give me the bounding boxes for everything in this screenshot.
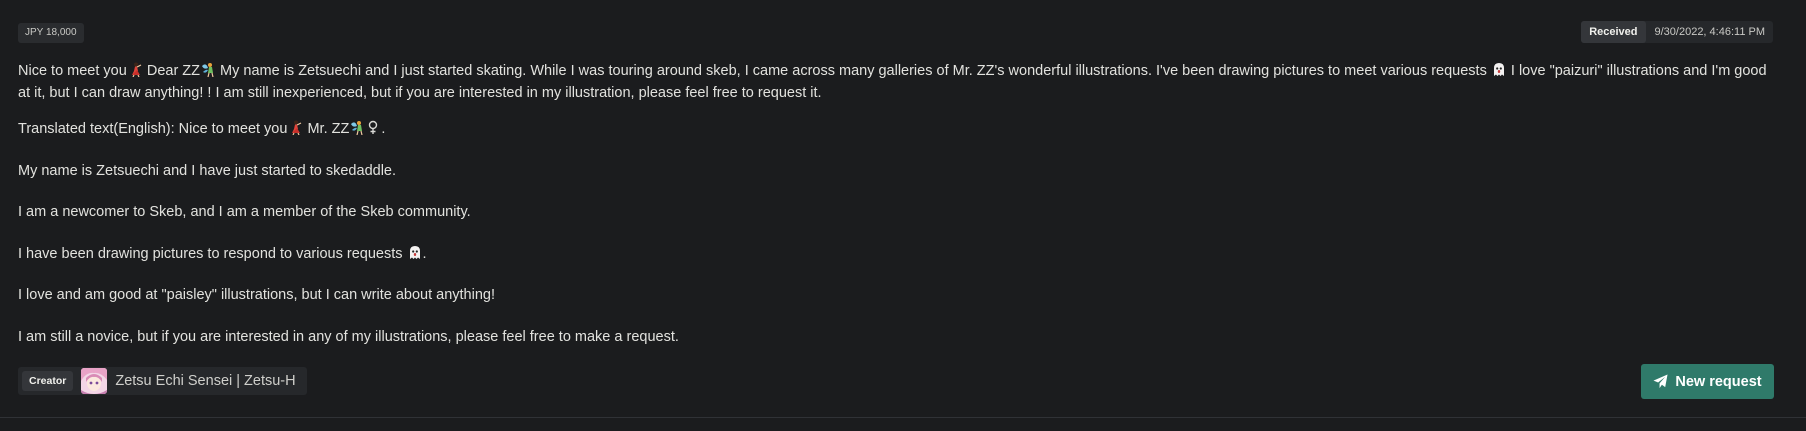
translated-text-part: . — [381, 121, 386, 137]
fairy-emoji — [202, 63, 214, 77]
creator-name-link[interactable]: Zetsu Echi Sensei | Zetsu-H — [115, 373, 295, 389]
new-request-label: New request — [1675, 373, 1762, 390]
original-text-part: Dear ZZ — [142, 63, 201, 79]
translated-text-part: . — [422, 245, 427, 262]
translated-text-part: Mr. ZZ — [303, 121, 350, 137]
translated-text-part: Translated text(English): Nice to meet y… — [18, 121, 288, 137]
ghost-emoji — [1493, 63, 1504, 76]
creator-label: Creator — [22, 371, 74, 391]
status-row: Received 9/30/2022, 4:46:11 PM — [1581, 21, 1773, 43]
original-text-part: Nice to meet you — [18, 63, 127, 79]
received-timestamp: 9/30/2022, 4:46:11 PM — [1654, 26, 1766, 38]
creator-chip[interactable]: Creator Zetsu Echi Sensei | Zetsu-H — [18, 367, 307, 395]
ghost-emoji — [409, 245, 420, 259]
translated-request-text: Translated text(English): Nice to meet y… — [18, 118, 1778, 367]
fairy-emoji — [351, 121, 363, 135]
translated-line: I love and am good at "paisley" illustra… — [18, 287, 495, 303]
translated-line: My name is Zetsuechi and I have just sta… — [18, 162, 397, 179]
female-sign-icon — [369, 120, 378, 134]
dancer-emoji — [292, 120, 302, 135]
creator-avatar[interactable] — [81, 368, 108, 394]
translated-line: I have been drawing pictures to respond … — [18, 243, 1778, 285]
translated-line: I am a newcomer to Skeb, and I am a memb… — [18, 204, 471, 220]
dancer-emoji — [131, 62, 142, 77]
translated-line: Translated text(English): Nice to meet y… — [18, 118, 1778, 160]
price-badge: JPY 18,000 — [18, 23, 84, 43]
translated-text-part: I have been drawing pictures to respond … — [18, 245, 407, 262]
new-request-button[interactable]: New request — [1641, 364, 1774, 399]
translated-line: I am still a novice, but if you are inte… — [18, 328, 679, 345]
paper-plane-icon — [1653, 374, 1668, 389]
status-badge: Received — [1581, 21, 1646, 43]
original-request-text: Nice to meet you Dear ZZ My name is Zets… — [18, 60, 1778, 104]
request-card: JPY 18,000 Received 9/30/2022, 4:46:11 P… — [0, 0, 1806, 418]
original-text-part: My name is Zetsuechi and I just started … — [216, 63, 1491, 79]
